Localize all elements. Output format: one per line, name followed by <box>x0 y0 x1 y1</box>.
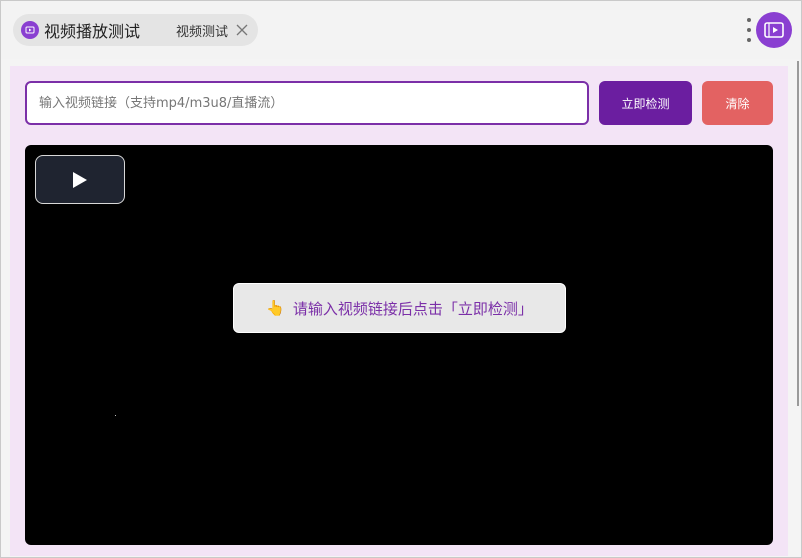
scrollbar[interactable] <box>797 61 799 406</box>
pointing-hand-icon: 👆 <box>266 299 285 317</box>
hint-text: 请输入视频链接后点击「立即检测」 <box>292 299 533 318</box>
video-player[interactable]: 👆 请输入视频链接后点击「立即检测」 <box>25 145 773 545</box>
video-url-input[interactable] <box>25 81 589 125</box>
app-window: 视频播放测试 视频测试 立即检测 清除 <box>0 0 802 558</box>
tab-video-test[interactable]: 视频测试 <box>154 14 259 46</box>
app-title: 视频播放测试 <box>44 22 141 41</box>
app-launcher-button[interactable] <box>756 12 792 48</box>
video-app-icon <box>21 21 39 39</box>
breadcrumb: 视频播放测试 视频测试 <box>13 14 259 46</box>
close-icon[interactable] <box>236 24 248 36</box>
video-artifact <box>115 415 116 416</box>
check-now-button[interactable]: 立即检测 <box>599 81 692 125</box>
play-button[interactable] <box>35 155 125 204</box>
title-bar: 视频播放测试 视频测试 <box>1 1 801 59</box>
play-icon <box>73 171 87 188</box>
clear-button[interactable]: 清除 <box>702 81 773 125</box>
player-hint: 👆 请输入视频链接后点击「立即检测」 <box>233 283 566 333</box>
more-vertical-icon[interactable] <box>745 18 753 42</box>
video-player-icon <box>764 22 784 38</box>
tab-label: 视频测试 <box>176 24 229 40</box>
app-title-tab[interactable]: 视频播放测试 <box>13 14 167 46</box>
